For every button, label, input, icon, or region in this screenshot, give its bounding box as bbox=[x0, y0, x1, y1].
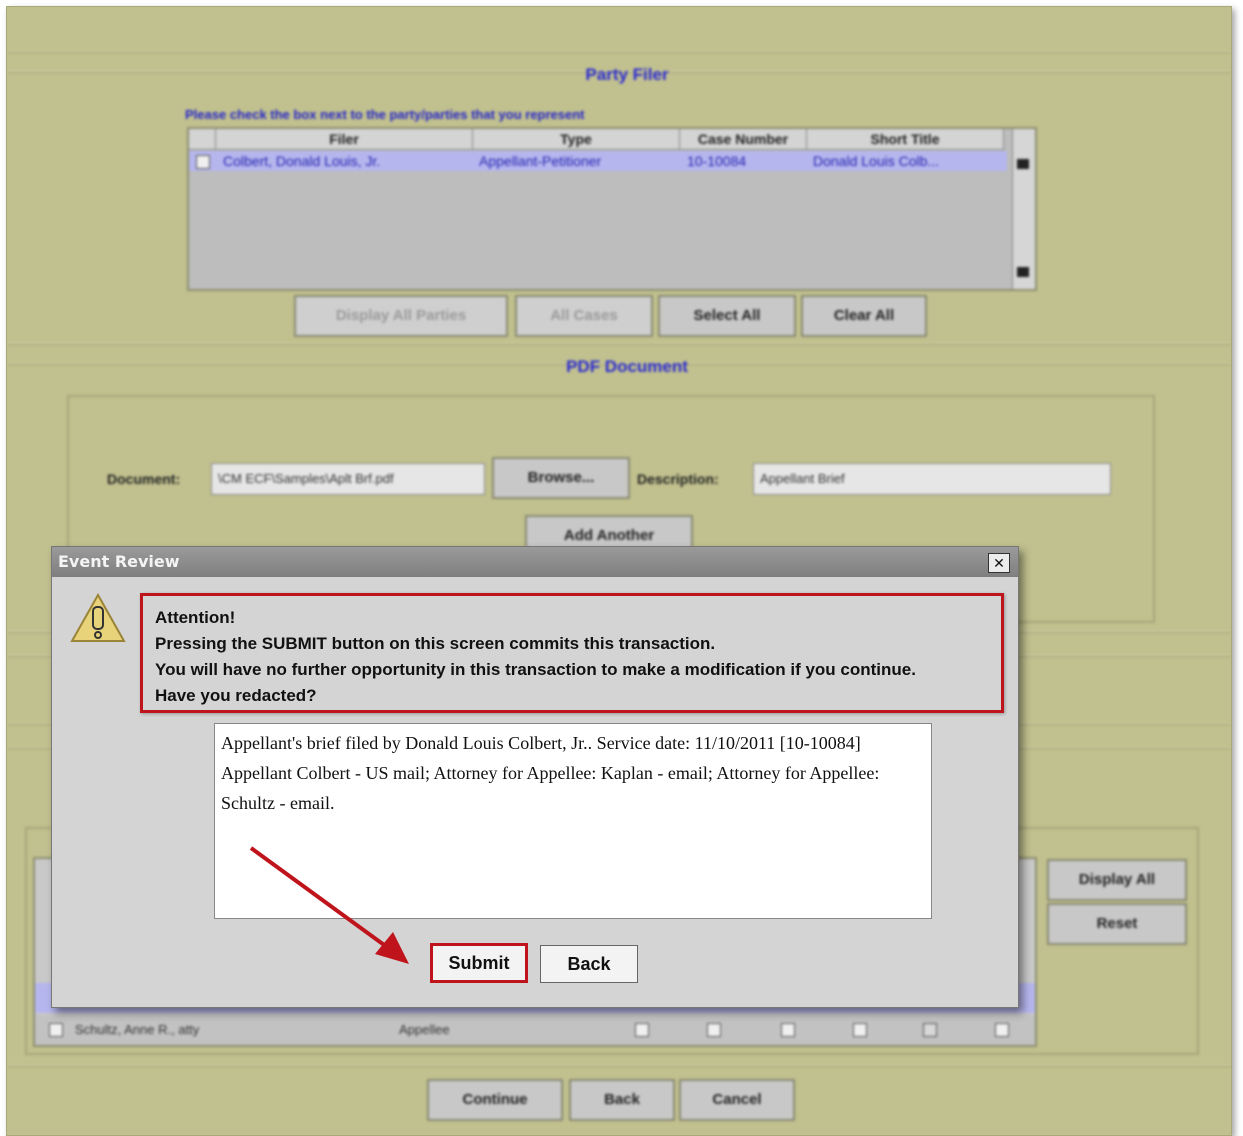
warning-icon bbox=[70, 593, 126, 642]
clear-all-button[interactable]: Clear All bbox=[801, 295, 927, 337]
submit-button[interactable]: Submit bbox=[430, 943, 528, 983]
message-line: Have you redacted? bbox=[155, 686, 317, 705]
row-checkbox[interactable] bbox=[196, 155, 210, 169]
row-checkbox[interactable] bbox=[707, 1023, 721, 1037]
footer-back-button[interactable]: Back bbox=[569, 1079, 675, 1121]
document-path-input[interactable]: \CM ECF\Samples\Aplt Brf.pdf bbox=[211, 463, 485, 495]
row-type: Appellant-Petitioner bbox=[479, 153, 602, 169]
reset-button[interactable]: Reset bbox=[1047, 903, 1187, 945]
document-label: Document: bbox=[107, 471, 181, 487]
cancel-button[interactable]: Cancel bbox=[679, 1079, 795, 1121]
row-checkbox[interactable] bbox=[923, 1023, 937, 1037]
party-filer-instruction: Please check the box next to the party/p… bbox=[185, 107, 585, 122]
continue-button[interactable]: Continue bbox=[427, 1079, 563, 1121]
event-review-dialog: Event Review ✕ Attention! Pressing the S… bbox=[51, 546, 1019, 1008]
description-label: Description: bbox=[637, 471, 719, 487]
column-header-type: Type bbox=[473, 129, 680, 150]
party-filer-table[interactable]: Filer Type Case Number Short Title Colbe… bbox=[187, 127, 1037, 291]
close-button[interactable]: ✕ bbox=[988, 553, 1010, 573]
display-all-parties-button[interactable]: Display All Parties bbox=[294, 295, 508, 337]
table-scrollbar[interactable] bbox=[1012, 129, 1035, 289]
dialog-back-button[interactable]: Back bbox=[540, 945, 638, 983]
column-header-filer: Filer bbox=[216, 129, 473, 150]
separator bbox=[7, 1065, 1231, 1067]
table-row[interactable]: Colbert, Donald Louis, Jr. Appellant-Pet… bbox=[189, 151, 1007, 171]
pdf-document-title: PDF Document bbox=[566, 357, 688, 376]
dialog-title: Event Review bbox=[58, 552, 180, 571]
browse-button[interactable]: Browse... bbox=[492, 457, 630, 499]
row-case-number: 10-10084 bbox=[687, 153, 747, 169]
dialog-titlebar[interactable]: Event Review ✕ bbox=[52, 547, 1018, 577]
column-header-check bbox=[189, 129, 216, 150]
scroll-up-icon[interactable] bbox=[1017, 159, 1029, 169]
column-header-short-title: Short Title bbox=[807, 129, 1004, 150]
row-checkbox[interactable] bbox=[853, 1023, 867, 1037]
party-filer-title: Party Filer bbox=[585, 65, 669, 84]
description-input[interactable]: Appellant Brief bbox=[753, 463, 1111, 495]
close-icon: ✕ bbox=[993, 555, 1005, 571]
service-row-type: Appellee bbox=[399, 1022, 450, 1037]
row-filer: Colbert, Donald Louis, Jr. bbox=[223, 153, 381, 169]
message-line: You will have no further opportunity in … bbox=[155, 660, 916, 679]
display-all-button[interactable]: Display All bbox=[1047, 859, 1187, 901]
row-short-title: Donald Louis Colb... bbox=[813, 153, 940, 169]
all-cases-button[interactable]: All Cases bbox=[515, 295, 653, 337]
column-header-case-number: Case Number bbox=[680, 129, 807, 150]
table-row[interactable]: Schultz, Anne R., atty Appellee bbox=[35, 1015, 1035, 1045]
message-line: Pressing the SUBMIT button on this scree… bbox=[155, 634, 716, 653]
row-checkbox[interactable] bbox=[635, 1023, 649, 1037]
row-checkbox[interactable] bbox=[49, 1023, 63, 1037]
attention-heading: Attention! bbox=[155, 608, 236, 627]
scroll-down-icon[interactable] bbox=[1017, 267, 1029, 277]
attention-message: Attention! Pressing the SUBMIT button on… bbox=[140, 593, 1004, 713]
docket-text-area[interactable]: Appellant's brief filed by Donald Louis … bbox=[214, 723, 932, 919]
select-all-button[interactable]: Select All bbox=[658, 295, 796, 337]
row-checkbox[interactable] bbox=[781, 1023, 795, 1037]
separator bbox=[7, 51, 1231, 53]
separator bbox=[7, 343, 1231, 345]
service-row-name: Schultz, Anne R., atty bbox=[75, 1022, 200, 1037]
row-checkbox[interactable] bbox=[995, 1023, 1009, 1037]
